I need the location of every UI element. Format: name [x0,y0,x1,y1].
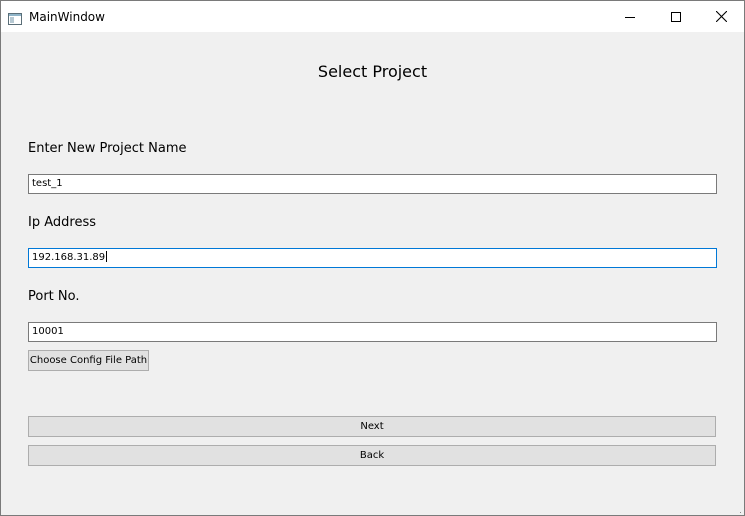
resize-grip-icon[interactable] [734,505,742,513]
port-value: 10001 [32,326,64,337]
content-area: Select Project Enter New Project Name te… [1,32,744,515]
next-button[interactable]: Next [28,416,716,437]
close-icon [715,7,727,26]
app-window-icon [8,10,22,25]
minimize-icon [625,7,635,26]
close-button[interactable] [698,1,744,32]
window-title: MainWindow [29,10,105,24]
main-window: MainWindow Select Project Enter New Proj… [0,0,745,516]
text-caret [106,251,108,262]
back-button[interactable]: Back [28,445,716,466]
port-input[interactable]: 10001 [28,322,717,342]
page-title: Select Project [317,62,428,81]
port-label: Port No. [28,289,80,304]
maximize-icon [671,7,681,26]
minimize-button[interactable] [607,1,653,32]
ip-address-value: 192.168.31.89 [32,252,106,263]
project-name-input[interactable]: test_1 [28,174,717,194]
ip-address-label: Ip Address [28,215,96,230]
ip-address-input[interactable]: 192.168.31.89 [28,248,717,268]
choose-config-path-button[interactable]: Choose Config File Path [28,350,149,371]
project-name-label: Enter New Project Name [28,141,187,156]
title-bar[interactable]: MainWindow [1,1,744,32]
maximize-button[interactable] [653,1,699,32]
project-name-value: test_1 [32,178,63,189]
